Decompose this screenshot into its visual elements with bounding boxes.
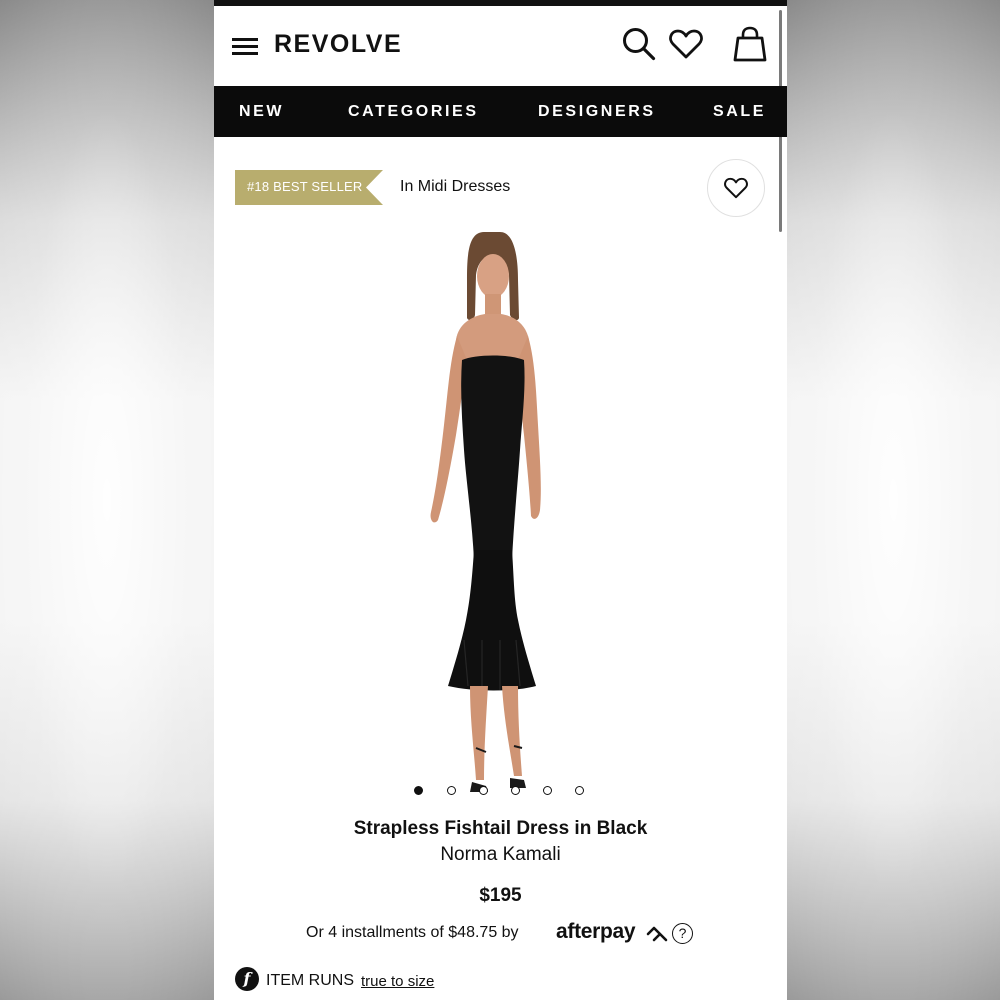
heart-icon <box>724 177 748 199</box>
nav-item-designers[interactable]: DESIGNERS <box>538 103 656 121</box>
badge-label: #18 BEST SELLER <box>247 179 363 194</box>
menu-icon[interactable] <box>232 38 258 56</box>
best-seller-badge[interactable]: #18 BEST SELLER <box>235 170 383 205</box>
badge-category-text: In Midi Dresses <box>400 178 511 195</box>
carousel-dot-6[interactable] <box>575 786 584 795</box>
afterpay-logo: afterpay <box>556 920 636 943</box>
fit-size-link[interactable]: true to size <box>361 973 434 990</box>
search-icon[interactable] <box>622 27 656 61</box>
carousel-dot-2[interactable] <box>447 786 456 795</box>
fit-predictor-icon: f <box>235 967 259 991</box>
installments-text: Or 4 installments of $48.75 by <box>306 924 519 941</box>
nav-item-new[interactable]: NEW <box>239 103 284 121</box>
site-header: REVOLVE <box>214 6 787 86</box>
shopping-bag-icon[interactable] <box>733 26 767 62</box>
main-nav: NEW CATEGORIES DESIGNERS SALE <box>214 86 787 137</box>
product-title: Strapless Fishtail Dress in Black <box>353 818 648 839</box>
product-image[interactable] <box>364 220 624 810</box>
phone-screen: REVOLVE NEW CATEGORIES DESIGNERS SALE #1… <box>214 0 787 1000</box>
nav-item-categories[interactable]: CATEGORIES <box>348 103 479 121</box>
carousel-dot-5[interactable] <box>543 786 552 795</box>
product-price: $195 <box>479 885 522 906</box>
nav-item-sale[interactable]: SALE <box>713 103 766 121</box>
heart-icon[interactable] <box>669 29 703 59</box>
afterpay-arrows-icon <box>646 926 668 942</box>
carousel-dot-3[interactable] <box>479 786 488 795</box>
site-logo[interactable]: REVOLVE <box>274 30 402 59</box>
carousel-dot-1[interactable] <box>414 786 423 795</box>
background-blur-right <box>787 0 1000 1000</box>
afterpay-info-icon[interactable]: ? <box>672 923 693 944</box>
product-designer[interactable]: Norma Kamali <box>214 844 787 866</box>
add-to-wishlist-button[interactable] <box>707 159 765 217</box>
fit-label: ITEM RUNS <box>266 972 354 989</box>
carousel-dot-4[interactable] <box>511 786 520 795</box>
background-blur-left <box>0 0 214 1000</box>
